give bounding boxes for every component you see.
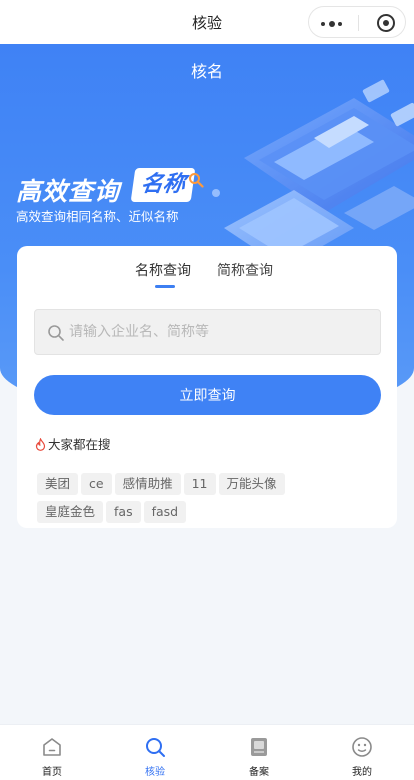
hot-tag[interactable]: ce: [81, 473, 112, 495]
hot-tag[interactable]: 感情助推: [114, 473, 181, 495]
tabbar-item-profile[interactable]: 我的: [332, 735, 392, 778]
hot-tag[interactable]: 万能头像: [218, 473, 285, 495]
navigation-bar: 核验: [0, 0, 414, 44]
target-close-icon[interactable]: [377, 14, 395, 32]
hot-tag[interactable]: fas: [106, 501, 141, 523]
search-box: [34, 309, 381, 355]
tab-short-name-query[interactable]: 简称查询: [217, 260, 273, 280]
search-card: 名称查询 简称查询 立即查询 大家都在搜 美团ce感情助推11万能头像皇庭金色f…: [17, 246, 397, 528]
bottom-tab-bar: 首页 核验 备案 我的: [0, 724, 414, 780]
tabbar-item-home[interactable]: 首页: [22, 735, 82, 778]
tabbar-label-record: 备案: [249, 767, 269, 778]
magnifier-icon: [189, 173, 204, 188]
more-dots-icon[interactable]: [321, 21, 345, 27]
hero-badge: 名称: [130, 168, 196, 202]
hero-slogan: 高效查询: [16, 177, 121, 206]
tabbar-item-record[interactable]: 备案: [229, 735, 289, 778]
miniprogram-capsule: [308, 6, 406, 38]
tabbar-label-verify: 核验: [145, 767, 165, 778]
tab-name-query[interactable]: 名称查询: [135, 260, 191, 288]
hot-search-heading: 大家都在搜: [35, 434, 111, 453]
hot-tag[interactable]: fasd: [143, 501, 187, 523]
fire-icon: [35, 438, 46, 451]
hot-tag[interactable]: 皇庭金色: [37, 501, 104, 523]
tabbar-item-verify[interactable]: 核验: [125, 735, 185, 778]
hero-subtitle: 高效查询相同名称、近似名称: [16, 209, 179, 224]
tabbar-label-home: 首页: [42, 767, 62, 778]
capsule-divider: [358, 15, 359, 31]
tabbar-label-profile: 我的: [352, 767, 372, 778]
home-icon: [43, 738, 61, 756]
hot-tag[interactable]: 11: [183, 473, 216, 495]
query-button[interactable]: 立即查询: [34, 375, 381, 415]
profile-icon: [352, 737, 372, 757]
record-icon: [251, 738, 267, 756]
hot-tag[interactable]: 美团: [37, 473, 79, 495]
search-icon: [146, 738, 165, 757]
search-input[interactable]: [69, 310, 369, 354]
hot-tags: 美团 ce 感情助推 11 万能头像皇庭金色 fas fasd: [37, 473, 337, 529]
search-icon: [48, 325, 64, 341]
hot-search-label: 大家都在搜: [48, 437, 111, 452]
search-tabs: 名称查询 简称查询: [17, 260, 397, 290]
